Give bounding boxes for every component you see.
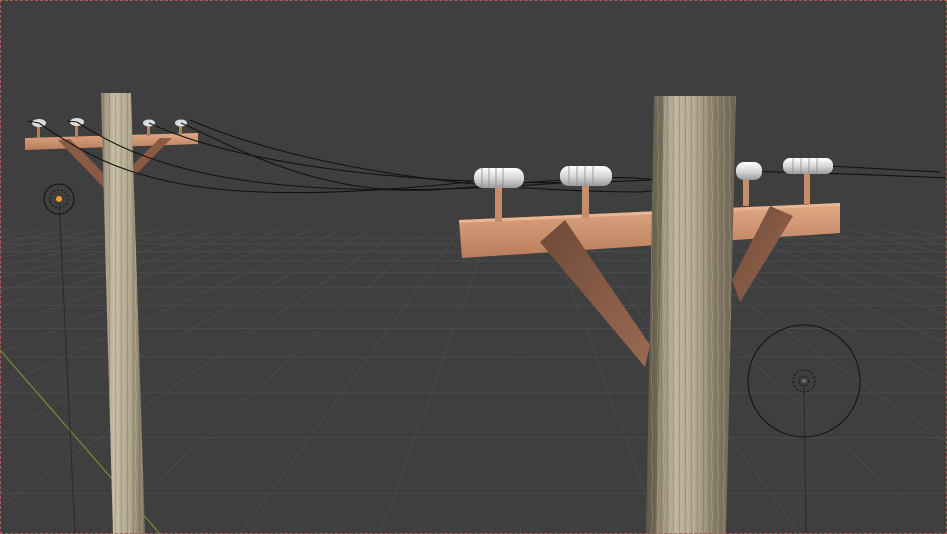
3d-viewport[interactable] (0, 0, 947, 534)
grid-line (819, 229, 947, 266)
grid-line (0, 229, 401, 507)
grid-line (0, 229, 41, 238)
pole-right-grain (646, 96, 736, 534)
pole-left-grain (101, 93, 145, 534)
grid-line (0, 229, 341, 388)
point-light-right[interactable] (747, 324, 861, 438)
grid-line (239, 229, 461, 534)
scene-canvas[interactable] (0, 0, 947, 534)
utility-pole-right[interactable] (459, 96, 840, 534)
grid-line (909, 229, 947, 239)
grid-line (0, 229, 311, 353)
grid-line (0, 229, 101, 251)
grid-line (849, 229, 947, 255)
grid-line (759, 229, 947, 296)
grid-line (549, 229, 661, 534)
grid-line (379, 229, 491, 534)
grid-line (729, 229, 947, 317)
light-guide-right (803, 381, 807, 534)
grid-line (789, 229, 947, 279)
